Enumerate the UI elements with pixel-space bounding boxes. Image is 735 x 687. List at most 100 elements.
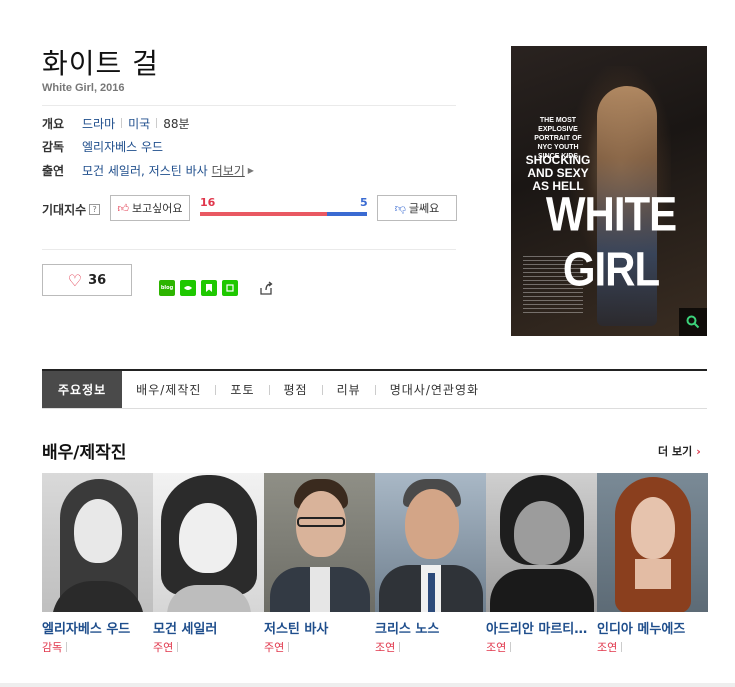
separator: [66, 642, 68, 652]
cast-row: 출연 모건 세일러, 저스틴 바사 더보기 ▶: [42, 161, 254, 179]
cast-name[interactable]: 크리스 노스: [375, 618, 483, 637]
like-count: 36: [88, 272, 107, 288]
cast-role: 조연: [486, 639, 512, 655]
director-row: 감독 엘리자베스 우드: [42, 137, 163, 155]
expectation-label: 기대지수 ?: [42, 201, 101, 218]
cast-name[interactable]: 아드리안 마르티네즈: [486, 618, 594, 637]
cast-role-text: 조연: [486, 641, 507, 654]
tab-quotes-related[interactable]: 명대사/연관영화: [376, 371, 493, 408]
cast-role-text: 주연: [264, 641, 285, 654]
not-sure-button[interactable]: 👎︎ 글쎄요: [377, 195, 457, 221]
thumbs-up-icon: 👍︎: [117, 201, 129, 215]
share-glyph: [260, 281, 273, 295]
magnifier-glyph: [686, 315, 700, 329]
band-share-icon[interactable]: [180, 280, 196, 296]
cast-role-text: 감독: [42, 641, 63, 654]
expectation-bar-fill: [200, 212, 328, 216]
movie-title: 화이트 걸: [42, 47, 159, 80]
no-label: 글쎄요: [408, 202, 440, 215]
expectation-bar: [200, 212, 367, 216]
tab-main-info[interactable]: 주요정보: [42, 371, 123, 408]
bookmark-glyph: [206, 284, 212, 292]
cast-photo[interactable]: [597, 473, 708, 612]
chevron-right-icon: ›: [696, 444, 701, 458]
separator: [177, 642, 179, 652]
cast-name[interactable]: 모건 세일러: [153, 618, 261, 637]
cast-name[interactable]: 저스틴 바사: [264, 618, 372, 637]
cast-role: 감독: [42, 639, 68, 655]
want-count: 16: [200, 196, 216, 209]
blog-share-label: blog: [160, 285, 174, 291]
cast-photo[interactable]: [375, 473, 486, 612]
photo-face: [74, 499, 122, 563]
blog-share-icon[interactable]: blog: [159, 280, 175, 296]
cast-name[interactable]: 인디아 메누에즈: [597, 618, 705, 637]
director-link[interactable]: 엘리자베스 우드: [82, 138, 163, 155]
separator: [121, 118, 123, 128]
want-label: 보고싶어요: [131, 202, 183, 215]
tab-photo[interactable]: 포토: [216, 371, 268, 408]
cast-card[interactable]: 저스틴 바사 주연: [264, 473, 375, 663]
cafe-share-icon[interactable]: [222, 280, 238, 296]
heart-icon: ♡: [67, 270, 83, 290]
photo-face: [179, 503, 237, 573]
photo-face: [405, 489, 459, 559]
movie-subtitle: White Girl, 2016: [42, 82, 125, 94]
cast-photo[interactable]: [42, 473, 153, 612]
photo-shirt: [310, 567, 330, 612]
divider: [42, 105, 456, 106]
cast-label: 출연: [42, 163, 65, 178]
section-more-link[interactable]: 더 보기 ›: [658, 443, 701, 459]
cast-photo[interactable]: [264, 473, 375, 612]
cast-role: 조연: [597, 639, 623, 655]
cast-card[interactable]: 크리스 노스 조연: [375, 473, 486, 663]
expectation-text: 기대지수: [42, 203, 87, 217]
tab-rating[interactable]: 평점: [270, 371, 322, 408]
cast-list: 엘리자베스 우드 감독 모건 세일러 주연 저스틴 바사 주연 크리스 노스 조…: [42, 473, 708, 663]
glasses: [297, 517, 345, 527]
band-glyph: [184, 286, 192, 290]
runtime: 88분: [163, 116, 190, 131]
caret-right-icon: ▶: [247, 165, 254, 175]
cast-more-link[interactable]: 더보기: [212, 162, 245, 179]
bookmark-share-icon[interactable]: [201, 280, 217, 296]
cast-card[interactable]: 엘리자베스 우드 감독: [42, 473, 153, 663]
like-button[interactable]: ♡ 36: [42, 264, 132, 296]
zoom-icon[interactable]: [679, 308, 707, 336]
cast-role: 조연: [375, 639, 401, 655]
overview-row: 개요 드라마 미국 88분: [42, 114, 190, 132]
cast-role-text: 조연: [597, 641, 618, 654]
tab-bar: 주요정보 배우/제작진 포토 평점 리뷰 명대사/연관영화: [42, 369, 707, 409]
no-count: 5: [360, 196, 368, 209]
separator: [621, 642, 623, 652]
cast-card[interactable]: 모건 세일러 주연: [153, 473, 264, 663]
photo-tie: [428, 573, 435, 612]
cast-role: 주연: [153, 639, 179, 655]
want-to-see-button[interactable]: 👍︎ 보고싶어요: [110, 195, 190, 221]
separator: [288, 642, 290, 652]
cast-card[interactable]: 인디아 메누에즈 조연: [597, 473, 708, 663]
movie-poster[interactable]: THE MOST EXPLOSIVE PORTRAIT OF NYC YOUTH…: [511, 46, 707, 336]
poster-credits: [523, 256, 583, 316]
cast-role-text: 주연: [153, 641, 174, 654]
photo-body: [490, 569, 594, 612]
cast-photo[interactable]: [486, 473, 597, 612]
genre-link[interactable]: 드라마: [82, 115, 115, 132]
share-icon[interactable]: [257, 279, 275, 297]
country-link[interactable]: 미국: [128, 115, 150, 132]
tab-cast-crew[interactable]: 배우/제작진: [122, 371, 215, 408]
thumbs-down-icon: 👎︎: [394, 201, 406, 215]
share-bar: blog: [159, 279, 275, 297]
photo-body: [635, 559, 671, 589]
cast-photo[interactable]: [153, 473, 264, 612]
divider: [42, 249, 456, 250]
footer-divider: [0, 683, 735, 687]
cast-role: 주연: [264, 639, 290, 655]
cast-list-link[interactable]: 모건 세일러, 저스틴 바사: [82, 162, 208, 179]
separator: [399, 642, 401, 652]
overview-label: 개요: [42, 116, 65, 131]
help-icon[interactable]: ?: [89, 204, 101, 215]
cast-card[interactable]: 아드리안 마르티네즈 조연: [486, 473, 597, 663]
cast-name[interactable]: 엘리자베스 우드: [42, 618, 150, 637]
tab-review[interactable]: 리뷰: [323, 371, 375, 408]
